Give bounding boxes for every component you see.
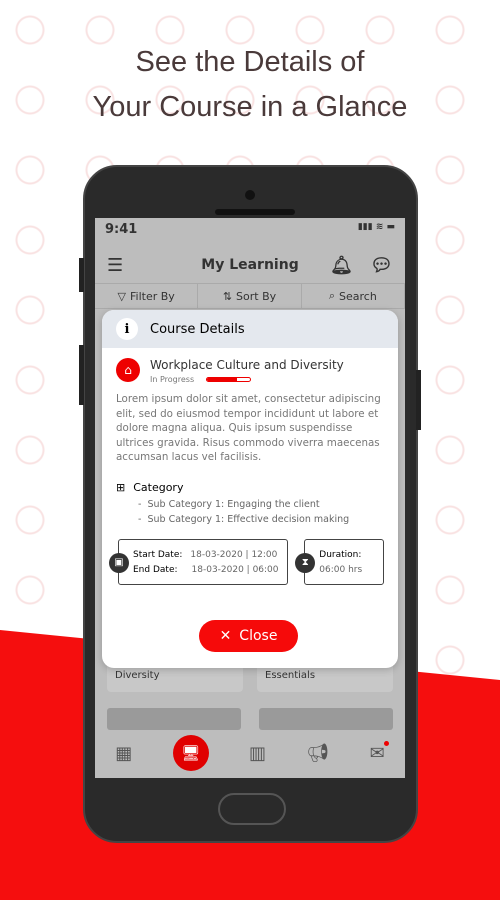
mail-icon[interactable]: ✉: [370, 740, 389, 764]
course-details-modal: i Course Details ⌂ Workplace Culture and …: [102, 310, 398, 668]
bottom-nav: ▦ 🖥︎ ▥ 📢︎ ✉: [95, 728, 405, 778]
power-button: [416, 370, 421, 430]
hourglass-icon: ⧗: [295, 552, 316, 573]
progress-bar: [206, 377, 252, 382]
duration-label: Duration:: [319, 549, 362, 560]
megaphone-icon[interactable]: 📢︎: [306, 743, 329, 764]
filter-icon: ▽: [117, 289, 126, 303]
course-images: [107, 708, 393, 730]
filter-button[interactable]: ▽ Filter By: [95, 284, 199, 308]
modal-header: i Course Details: [102, 310, 398, 348]
category-icon: ⊞: [116, 480, 126, 494]
my-learning-icon[interactable]: 🖥︎: [172, 735, 209, 771]
headline-line2: Your Course in a Glance: [92, 91, 408, 123]
end-date-value: 18-03-2020 | 06:00: [191, 564, 279, 575]
headline-line1: See the Details of: [135, 46, 365, 78]
chat-icon[interactable]: 💬︎: [370, 255, 393, 276]
status-bar: 9:41 ▮▮▮ ≋ ▬: [105, 222, 395, 237]
search-button[interactable]: ⌕ Search: [302, 284, 405, 308]
filter-label: Filter By: [130, 289, 175, 303]
profile-menu-icon[interactable]: ☰: [107, 255, 123, 276]
course-status: In Progress: [150, 375, 195, 384]
duration-value: 06:00 hrs: [319, 564, 363, 575]
date-box: ▣ Start Date: 18-03-2020 | 12:00 End Date…: [109, 538, 289, 585]
course-image[interactable]: [259, 708, 393, 730]
close-label: Close: [239, 628, 278, 644]
course-image[interactable]: [107, 708, 241, 730]
speaker: [215, 209, 295, 215]
headline: See the Details of Your Course in a Glanc…: [0, 40, 500, 130]
close-button[interactable]: ✕ Close: [199, 620, 298, 652]
start-date-value: 18-03-2020 | 12:00: [190, 549, 278, 560]
toolbar: ▽ Filter By ⇅ Sort By ⌕ Search: [95, 283, 405, 309]
home-button[interactable]: [218, 793, 286, 825]
modal-title: Course Details: [150, 321, 245, 337]
end-date-label: End Date:: [133, 564, 178, 575]
close-icon: ✕: [219, 628, 232, 644]
library-icon[interactable]: ▥: [249, 743, 266, 764]
status-icons: ▮▮▮ ≋ ▬: [357, 222, 395, 232]
calendar-icon: ▣: [109, 552, 129, 573]
search-label: Search: [339, 289, 377, 303]
info-icon: i: [116, 318, 138, 340]
subcategory-item: - Sub Category 1: Engaging the client: [138, 498, 320, 510]
bell-icon[interactable]: 🔔︎: [330, 255, 353, 276]
sort-label: Sort By: [236, 289, 277, 303]
status-time: 9:41: [105, 222, 138, 237]
side-button: [79, 345, 84, 405]
subcategory-item: - Sub Category 1: Effective decision mak…: [138, 513, 350, 525]
course-title: Workplace Culture and Diversity: [150, 358, 344, 372]
sort-button[interactable]: ⇅ Sort By: [198, 284, 302, 308]
course-description: Lorem ipsum dolor sit amet, consectetur …: [116, 393, 381, 463]
course-icon: ⌂: [116, 358, 140, 382]
duration-box: ⧗ Duration: 06:00 hrs: [295, 538, 384, 585]
app-bar: ☰ My Learning 🔔︎ 💬︎: [95, 246, 405, 284]
sort-icon: ⇅: [222, 289, 233, 303]
start-date-label: Start Date:: [133, 549, 183, 560]
dashboard-icon[interactable]: ▦: [115, 743, 132, 764]
card-title: Essentials: [265, 670, 316, 681]
category-label: Category: [133, 480, 184, 494]
search-icon: ⌕: [328, 289, 335, 302]
side-button: [79, 258, 84, 292]
page-title: My Learning: [201, 257, 299, 273]
card-title: Diversity: [115, 670, 160, 681]
camera: [245, 190, 255, 200]
